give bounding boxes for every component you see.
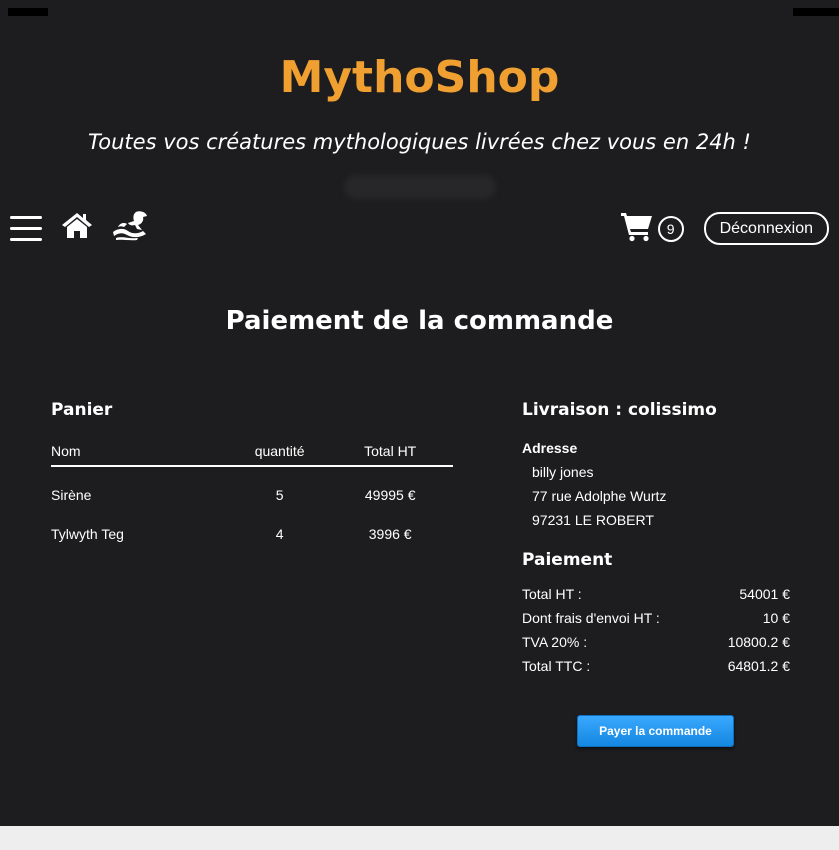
payment-row-shipping: Dont frais d'envoi HT : 10 € xyxy=(522,606,790,630)
logout-button[interactable]: Déconnexion xyxy=(703,212,829,245)
cart-count-badge: 9 xyxy=(657,215,684,242)
user-nav: 9 Déconnexion xyxy=(620,210,829,247)
payment-row-total-ttc: Total TTC : 64801.2 € xyxy=(522,654,790,678)
footer xyxy=(0,826,839,850)
pay-order-button[interactable]: Payer la commande xyxy=(577,715,734,747)
main-nav xyxy=(10,208,150,247)
cart-item-quantity: 4 xyxy=(275,526,284,542)
table-header-row: Nom quantité Total HT xyxy=(51,440,453,467)
payment-label: Dont frais d'envoi HT : xyxy=(522,610,660,626)
address-line: 77 rue Adolphe Wurtz xyxy=(532,488,667,504)
payment-label: TVA 20% : xyxy=(522,634,588,650)
cart-item-name: Tylwyth Teg xyxy=(51,526,124,542)
payment-label: Total TTC : xyxy=(522,658,591,674)
cart-item-name: Sirène xyxy=(51,486,92,503)
payment-row-total-ht: Total HT : 54001 € xyxy=(522,582,790,606)
corner-decoration-right xyxy=(793,8,839,16)
payment-title: Paiement xyxy=(522,550,613,570)
order-summary: Livraison : colissimo Adresse billy jone… xyxy=(522,400,790,678)
address-line: 97231 LE ROBERT xyxy=(532,512,654,528)
column-header-total: Total HT xyxy=(327,440,453,467)
menu-icon[interactable] xyxy=(10,213,44,243)
payment-value: 10 € xyxy=(762,610,790,626)
cart-icon[interactable] xyxy=(620,210,654,247)
payment-value: 10800.2 € xyxy=(727,634,790,650)
column-header-quantity: quantité xyxy=(231,440,328,467)
cart-item-quantity: 5 xyxy=(275,486,284,503)
cart-item-total: 49995 € xyxy=(364,486,416,503)
corner-decoration-left xyxy=(8,8,48,16)
cart-table: Nom quantité Total HT Sirène 5 49995 € T… xyxy=(51,440,453,554)
delivery-title: Livraison : colissimo xyxy=(522,400,717,420)
site-tagline: Toutes vos créatures mythologiques livré… xyxy=(88,130,751,154)
creature-icon[interactable] xyxy=(110,208,150,247)
home-icon[interactable] xyxy=(60,210,94,245)
payment-value: 64801.2 € xyxy=(727,658,790,674)
table-row: Sirène 5 49995 € xyxy=(51,466,453,514)
cart-item-total: 3996 € xyxy=(368,526,412,542)
address-label: Adresse xyxy=(522,440,578,456)
payment-row-vat: TVA 20% : 10800.2 € xyxy=(522,630,790,654)
payment-label: Total HT : xyxy=(522,586,582,602)
site-logo[interactable]: MythoShop xyxy=(0,52,839,103)
payment-value: 54001 € xyxy=(739,586,790,602)
column-header-name: Nom xyxy=(51,440,232,467)
page-title: Paiement de la commande xyxy=(225,306,614,336)
header-decoration xyxy=(344,175,496,199)
address-line: billy jones xyxy=(532,464,594,480)
cart-section: Panier Nom quantité Total HT Sirène 5 49… xyxy=(51,400,453,554)
cart-title: Panier xyxy=(51,400,113,420)
payment-summary: Total HT : 54001 € Dont frais d'envoi HT… xyxy=(522,582,790,678)
table-row: Tylwyth Teg 4 3996 € xyxy=(51,514,453,554)
